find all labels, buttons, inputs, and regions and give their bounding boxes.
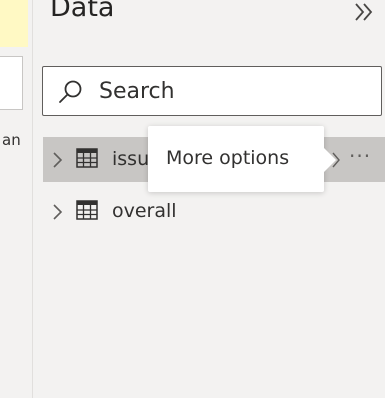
search-input[interactable]	[99, 75, 369, 107]
chevron-right-icon[interactable]	[52, 151, 64, 169]
search-icon	[59, 80, 82, 103]
double-chevron-right-icon[interactable]	[353, 0, 375, 24]
table-icon	[76, 200, 98, 220]
table-row-overall[interactable]: overall	[43, 189, 385, 234]
left-panel-strip: an	[0, 0, 33, 398]
table-icon	[76, 148, 98, 168]
chevron-right-icon[interactable]	[52, 203, 64, 221]
more-options-tooltip: More options	[148, 126, 336, 192]
more-options-button[interactable]: ···	[349, 144, 371, 168]
data-pane: Data issu ···	[33, 0, 385, 398]
table-label: issu	[112, 148, 150, 170]
left-panel-label: an	[2, 131, 21, 149]
search-box[interactable]	[42, 66, 382, 116]
left-panel-highlight	[0, 0, 28, 47]
table-label: overall	[112, 200, 177, 222]
tooltip-text: More options	[166, 147, 290, 169]
pane-title: Data	[50, 0, 115, 23]
left-panel-field[interactable]	[0, 56, 23, 110]
